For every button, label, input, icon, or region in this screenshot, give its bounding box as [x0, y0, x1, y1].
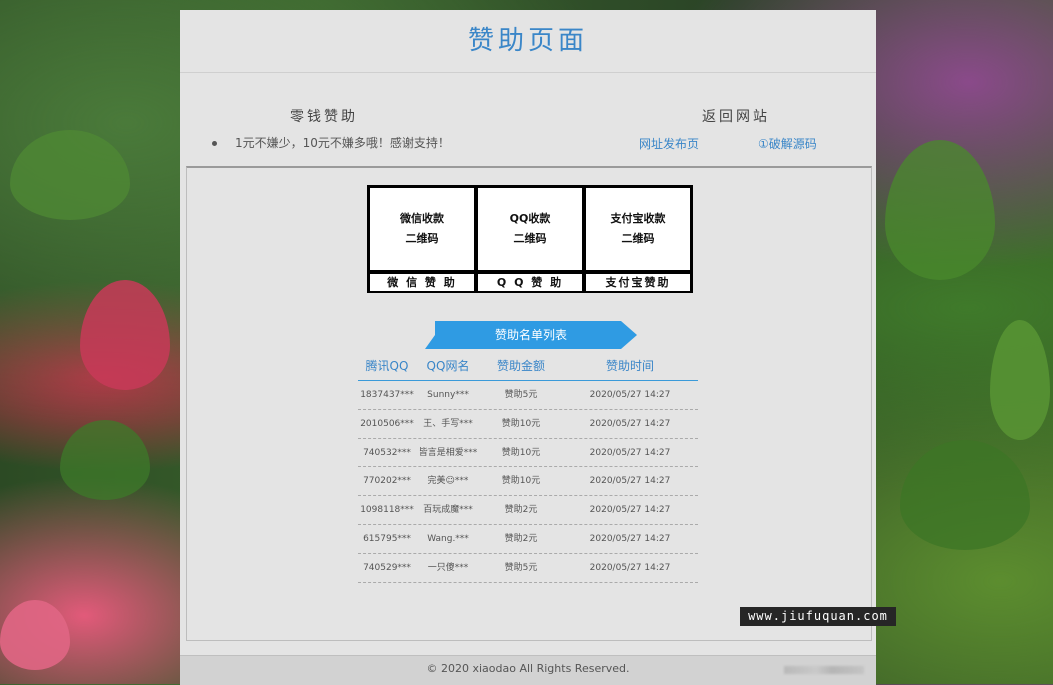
header-time: 赞助时间: [605, 359, 654, 373]
sponsor-list-ribbon: 赞助名单列表: [425, 321, 637, 349]
alipay-qr-image: 支付宝收款 二维码: [586, 188, 690, 270]
table-row: 740532*** 皆言是相爱*** 赞助10元 2020/05/27 14:27: [358, 439, 698, 468]
donate-note: 1元不嫌少，10元不嫌多哦！感谢支持！: [212, 134, 450, 151]
cell-qq: 2010506***: [360, 418, 414, 429]
header-amount: 赞助金额: [496, 359, 545, 373]
cell-qq: 770202***: [363, 476, 411, 487]
content-box: 微信收款 二维码 微 信 赞 助 QQ收款 二维码 Q Q 赞 助 支付宝收款 …: [186, 166, 872, 641]
cell-amount: 赞助2元: [504, 505, 538, 516]
cell-amount: 赞助10元: [501, 476, 541, 487]
sponsor-table: 腾讯QQ QQ网名 赞助金额 赞助时间 1837437*** Sunny*** 赞助…: [358, 352, 698, 583]
table-header: 腾讯QQ QQ网名 赞助金额 赞助时间: [358, 352, 698, 381]
wechat-qr-caption: 微 信 赞 助: [370, 274, 474, 291]
cell-qq: 740532***: [363, 447, 411, 458]
donate-heading: 零钱赞助: [290, 109, 358, 125]
site-publish-link[interactable]: 网址发布页: [639, 135, 699, 152]
cell-nickname: 百玩成魔***: [423, 505, 473, 516]
background-leaf: [990, 320, 1050, 440]
cell-amount: 赞助5元: [504, 562, 538, 573]
main-panel: 赞助页面 零钱赞助 返回网站 1元不嫌少，10元不嫌多哦！感谢支持！ 网址发布页…: [180, 10, 876, 685]
cell-time: 2020/05/27 14:27: [589, 533, 671, 544]
table-row: 770202*** 完美☺*** 赞助10元 2020/05/27 14:27: [358, 467, 698, 497]
qr-code-strip: 微信收款 二维码 微 信 赞 助 QQ收款 二维码 Q Q 赞 助 支付宝收款 …: [367, 185, 693, 293]
cell-nickname: 王、手写***: [423, 418, 473, 429]
cell-nickname: 皆言是相爱***: [418, 447, 478, 458]
cell-amount: 赞助10元: [501, 418, 541, 429]
cell-time: 2020/05/27 14:27: [589, 562, 671, 573]
cell-nickname: 一只傻***: [427, 562, 469, 573]
qq-qr-image: QQ收款 二维码: [478, 188, 582, 270]
background-flower: [80, 280, 170, 390]
background-leaf: [885, 140, 995, 280]
table-body: 1837437*** Sunny*** 赞助5元 2020/05/27 14:27 20…: [358, 381, 698, 583]
qq-qr-card: QQ收款 二维码 Q Q 赞 助: [478, 185, 582, 293]
cell-nickname: 完美☺***: [427, 476, 469, 487]
header-qq: 腾讯QQ: [365, 359, 409, 373]
cell-qq: 1098118***: [360, 505, 414, 516]
cell-time: 2020/05/27 14:27: [589, 476, 671, 487]
qr-label: 二维码: [621, 232, 655, 245]
cell-nickname: Sunny***: [427, 390, 469, 400]
background-leaf: [10, 130, 130, 220]
alipay-qr-card: 支付宝收款 二维码 支付宝赞助: [586, 185, 690, 293]
cell-amount: 赞助5元: [504, 390, 538, 400]
crack-source-link[interactable]: ①破解源码: [758, 135, 817, 152]
background-leaf: [60, 420, 150, 500]
header-nickname: QQ网名: [426, 359, 470, 373]
cell-nickname: Wang.***: [427, 533, 469, 544]
donate-note-text: 1元不嫌少，10元不嫌多哦！感谢支持！: [235, 136, 450, 150]
table-row: 1837437*** Sunny*** 赞助5元 2020/05/27 14:27: [358, 381, 698, 410]
background-flower: [0, 600, 70, 670]
wechat-qr-card: 微信收款 二维码 微 信 赞 助: [370, 185, 474, 293]
back-to-site-heading: 返回网站: [702, 109, 770, 125]
table-row: 740529*** 一只傻*** 赞助5元 2020/05/27 14:27: [358, 554, 698, 583]
alipay-qr-caption: 支付宝赞助: [586, 274, 690, 291]
cell-amount: 赞助10元: [501, 447, 541, 458]
cell-qq: 740529***: [363, 562, 411, 573]
table-row: 1098118*** 百玩成魔*** 赞助2元 2020/05/27 14:27: [358, 496, 698, 525]
cell-time: 2020/05/27 14:27: [589, 418, 671, 429]
table-row: 2010506*** 王、手写*** 赞助10元 2020/05/27 14:27: [358, 410, 698, 439]
cell-qq: 615795***: [363, 533, 411, 544]
cell-amount: 赞助2元: [504, 533, 538, 544]
qq-qr-caption: Q Q 赞 助: [478, 274, 582, 291]
qr-label: 支付宝收款: [610, 212, 666, 225]
qr-label: 微信收款: [400, 212, 444, 225]
cell-time: 2020/05/27 14:27: [589, 447, 671, 458]
wechat-qr-image: 微信收款 二维码: [370, 188, 474, 270]
cell-time: 2020/05/27 14:27: [589, 390, 671, 400]
sponsor-list-title: 赞助名单列表: [494, 328, 567, 342]
cell-qq: 1837437***: [360, 390, 414, 400]
watermark: www.jiufuquan.com: [740, 607, 896, 626]
qr-label: QQ收款: [509, 212, 551, 225]
bullet-icon: [212, 141, 217, 146]
blurred-text: [784, 666, 864, 674]
background-leaf: [900, 440, 1030, 550]
qr-label: 二维码: [513, 232, 547, 245]
page-title: 赞助页面: [180, 10, 876, 73]
table-row: 615795*** Wang.*** 赞助2元 2020/05/27 14:27: [358, 525, 698, 554]
copyright-text: © 2020 xiaodao All Rights Reserved.: [426, 662, 630, 675]
qr-label: 二维码: [405, 232, 439, 245]
cell-time: 2020/05/27 14:27: [589, 505, 671, 516]
footer: © 2020 xiaodao All Rights Reserved.: [180, 655, 876, 685]
